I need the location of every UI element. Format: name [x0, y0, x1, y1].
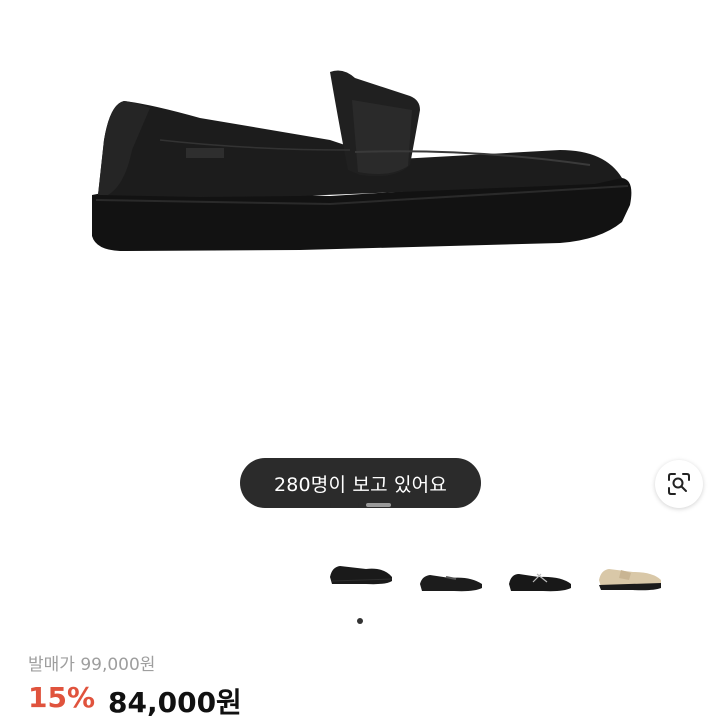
image-search-button[interactable]: [655, 460, 703, 508]
sale-price: 84,000원: [108, 686, 242, 719]
original-price-value: 99,000원: [80, 655, 156, 675]
shoe-thumbnail-black-1[interactable]: [326, 557, 396, 597]
progress-segment-active: [330, 503, 359, 507]
viewer-count-text: 280명이 보고 있어요: [273, 473, 448, 496]
shoe-thumbnail-black-3[interactable]: [505, 562, 575, 602]
selected-thumbnail-indicator: [357, 618, 363, 624]
original-price-label: 발매가: [28, 655, 75, 675]
product-image[interactable]: [0, 0, 720, 520]
lens-search-icon: [668, 473, 690, 495]
progress-segment-inactive: [366, 503, 391, 507]
original-price: 발매가 99,000원: [28, 650, 155, 675]
shoe-illustration: [92, 70, 632, 251]
shoe-thumbnail-beige[interactable]: [595, 560, 665, 600]
shoe-thumbnail-black-2[interactable]: [416, 562, 486, 602]
discount-rate: 15%: [28, 681, 96, 714]
viewer-count-badge: 280명이 보고 있어요: [240, 458, 481, 508]
